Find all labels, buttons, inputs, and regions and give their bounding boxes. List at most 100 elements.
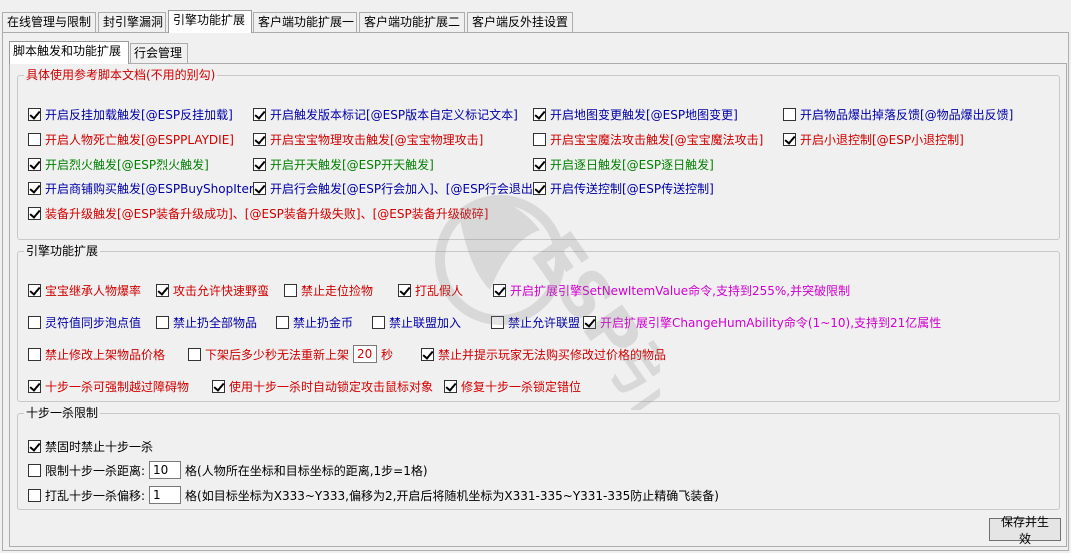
checkbox-unchecked-icon[interactable] [28,132,41,146]
checkbox-no-alliance-join[interactable]: 禁止联盟加入 [372,314,461,330]
unit-label: 格(人物所在坐标和目标坐标的距离,1步=1格) [185,463,428,478]
checkbox-unchecked-icon[interactable] [156,315,169,329]
tab-script-triggers[interactable]: 脚本触发和功能扩展 [9,41,129,64]
checkbox-limit-ten-step-distance[interactable]: 限制十步一杀距离: 10 格(人物所在坐标和目标坐标的距离,1步=1格) [28,461,428,479]
checkbox-unchecked-icon[interactable] [28,347,41,361]
checkbox-checked-icon[interactable] [783,132,796,146]
checkbox-no-ten-step-when-frozen[interactable]: 禁固时禁止十步一杀 [28,438,153,454]
checkbox-kaitian-trigger[interactable]: 开启开天触发[@ESP开天触发] [253,156,434,172]
group-title: 引擎功能扩展 [26,244,99,258]
checkbox-label: 宝宝继承人物爆率 [45,283,142,298]
checkbox-player-death-trigger[interactable]: 开启人物死亡触发[@ESPPLAYDIE] [28,131,234,147]
checkbox-unchecked-icon[interactable] [28,488,41,502]
checkbox-set-new-item-value[interactable]: 开启扩展引擎SetNewItemValue命令,支持到255%,并突破限制 [493,282,850,298]
checkbox-no-drop-gold[interactable]: 禁止扔金币 [276,314,353,330]
checkbox-checked-icon[interactable] [28,107,41,121]
checkbox-block-modified-price-purchase[interactable]: 禁止并提示玩家无法购买修改过价格的物品 [421,346,666,362]
checkbox-item-drop-feedback[interactable]: 开启物品爆出掉落反馈[@物品爆出反馈] [783,106,1013,122]
checkbox-label: 开启烈火触发[@ESP烈火触发] [45,157,209,172]
save-and-apply-button[interactable]: 保存并生效 [989,515,1061,546]
tab-engine-extensions[interactable]: 引擎功能扩展 [168,10,252,33]
checkbox-label: 禁止允许联盟 [508,315,581,330]
tab-client-extensions-1[interactable]: 客户端功能扩展一 [253,12,357,32]
checkbox-unchecked-icon[interactable] [372,315,385,329]
checkbox-label: 开启扩展引擎ChangeHumAbility命令(1~10),支持到21亿属性 [600,315,942,330]
checkbox-checked-icon[interactable] [533,181,546,195]
checkbox-ten-step-through-obstacles[interactable]: 十步一杀可强制越过障碍物 [28,378,189,394]
checkbox-talisman-sync[interactable]: 灵符值同步泡点值 [28,314,141,330]
checkbox-checked-icon[interactable] [493,283,506,297]
checkbox-change-hum-ability[interactable]: 开启扩展引擎ChangeHumAbility命令(1~10),支持到21亿属性 [583,314,941,330]
checkbox-checked-icon[interactable] [28,181,41,195]
checkbox-unchecked-icon[interactable] [491,315,504,329]
checkbox-no-drop-all-items[interactable]: 禁止扔全部物品 [156,314,257,330]
tab-client-extensions-2[interactable]: 客户端功能扩展二 [359,12,465,32]
checkbox-pet-magic-attack-trigger[interactable]: 开启宝宝魔法攻击触发[@宝宝魔法攻击] [533,131,763,147]
checkbox-label: 限制十步一杀距离: [45,463,146,478]
checkbox-label: 打乱假人 [415,283,464,298]
checkbox-fast-barbaric-attack[interactable]: 攻击允许快速野蛮 [156,282,269,298]
checkbox-pet-inherit-drop-rate[interactable]: 宝宝继承人物爆率 [28,282,141,298]
checkbox-map-change-trigger[interactable]: 开启地图变更触发[@ESP地图变更] [533,106,738,122]
checkbox-shop-buy-trigger[interactable]: 开启商铺购买触发[@ESPBuyShopItem] [28,180,265,196]
checkbox-checked-icon[interactable] [253,181,266,195]
relist-cooldown-value-input[interactable]: 20 [353,345,378,363]
checkbox-label: 开启触发版本标记[@ESP版本自定义标记文本] [270,107,518,122]
checkbox-checked-icon[interactable] [583,315,596,329]
checkbox-checked-icon[interactable] [533,107,546,121]
checkbox-logout-control[interactable]: 开启小退控制[@ESP小退控制] [783,131,964,147]
checkbox-checked-icon[interactable] [444,379,457,393]
checkbox-guild-trigger[interactable]: 开启行会触发[@ESP行会加入]、[@ESP行会退出] [253,180,538,196]
checkbox-unchecked-icon[interactable] [284,283,297,297]
checkbox-version-tag-trigger[interactable]: 开启触发版本标记[@ESP版本自定义标记文本] [253,106,518,122]
checkbox-checked-icon[interactable] [28,283,41,297]
checkbox-checked-icon[interactable] [253,107,266,121]
checkbox-checked-icon[interactable] [212,379,225,393]
checkbox-label: 开启行会触发[@ESP行会加入]、[@ESP行会退出] [270,181,538,196]
checkbox-checked-icon[interactable] [421,347,434,361]
checkbox-checked-icon[interactable] [253,157,266,171]
checkbox-checked-icon[interactable] [398,283,411,297]
checkbox-teleport-control[interactable]: 开启传送控制[@ESP传送控制] [533,180,714,196]
shuffle-ten-step-offset-value-input[interactable]: 1 [149,486,182,504]
checkbox-ten-step-auto-lock[interactable]: 使用十步一杀时自动锁定攻击鼠标对象 [212,378,433,394]
checkbox-checked-icon[interactable] [533,157,546,171]
script-trigger-panel: 具体使用参考脚本文档(不用的别勾) 开启反挂加载触发[@ESP反挂加载] 开启触发… [9,63,1067,547]
checkbox-shuffle-bots[interactable]: 打乱假人 [398,282,463,298]
checkbox-unchecked-icon[interactable] [28,463,41,477]
tab-client-anti-cheat[interactable]: 客户端反外挂设置 [467,12,573,32]
checkbox-unchecked-icon[interactable] [783,107,796,121]
checkbox-zhuri-trigger[interactable]: 开启逐日触发[@ESP逐日触发] [533,156,714,172]
checkbox-unchecked-icon[interactable] [533,132,546,146]
checkbox-checked-icon[interactable] [253,132,266,146]
checkbox-fix-ten-step-lock[interactable]: 修复十步一杀锁定错位 [444,378,581,394]
unit-label: 格(如目标坐标为X333~Y333,偏移为2,开启后将随机坐标为X331-335… [185,488,719,503]
checkbox-relist-cooldown[interactable]: 下架后多少秒无法重新上架 20 秒 [188,345,394,363]
limit-ten-step-distance-value-input[interactable]: 10 [149,461,182,479]
checkbox-checked-icon[interactable] [28,379,41,393]
checkbox-checked-icon[interactable] [28,206,41,220]
tab-online-management[interactable]: 在线管理与限制 [2,12,96,32]
tab-engine-vulnerabilities[interactable]: 封引擎漏洞 [98,12,166,32]
checkbox-pet-physical-attack-trigger[interactable]: 开启宝宝物理攻击触发[@宝宝物理攻击] [253,131,483,147]
checkbox-equip-upgrade-trigger[interactable]: 装备升级触发[@ESP装备升级成功]、[@ESP装备升级失败]、[@ESP装备升… [28,205,488,221]
checkbox-no-allow-alliance[interactable]: 禁止允许联盟 [491,314,580,330]
checkbox-checked-icon[interactable] [28,439,41,453]
checkbox-unchecked-icon[interactable] [188,347,201,361]
checkbox-label: 开启扩展引擎SetNewItemValue命令,支持到255%,并突破限制 [510,283,851,298]
checkbox-label: 禁止扔金币 [293,315,354,330]
checkbox-label: 使用十步一杀时自动锁定攻击鼠标对象 [229,379,434,394]
checkbox-checked-icon[interactable] [156,283,169,297]
checkbox-shuffle-ten-step-offset[interactable]: 打乱十步一杀偏移: 1 格(如目标坐标为X333~Y333,偏移为2,开启后将随机坐… [28,486,719,504]
checkbox-label: 开启宝宝魔法攻击触发[@宝宝魔法攻击] [550,132,764,147]
checkbox-checked-icon[interactable] [28,157,41,171]
checkbox-anti-cheat-load-trigger[interactable]: 开启反挂加载触发[@ESP反挂加载] [28,106,233,122]
checkbox-unchecked-icon[interactable] [276,315,289,329]
tab-guild-management[interactable]: 行会管理 [130,43,188,63]
checkbox-no-walk-pickup[interactable]: 禁止走位捡物 [284,282,373,298]
checkbox-no-change-listed-price[interactable]: 禁止修改上架物品价格 [28,346,165,362]
checkbox-fire-trigger[interactable]: 开启烈火触发[@ESP烈火触发] [28,156,209,172]
checkbox-unchecked-icon[interactable] [28,315,41,329]
unit-label: 秒 [381,347,394,362]
checkbox-label: 禁止修改上架物品价格 [45,347,166,362]
